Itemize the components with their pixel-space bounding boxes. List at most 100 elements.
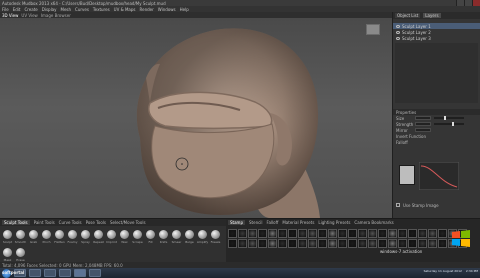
menu-create[interactable]: Create <box>24 7 37 12</box>
stamp-thumbnail[interactable] <box>228 229 237 238</box>
taskbar-mudbox-icon[interactable] <box>74 269 86 277</box>
3d-viewport[interactable] <box>0 18 392 218</box>
stamp-thumbnail[interactable] <box>248 229 257 238</box>
brush-knife[interactable]: Knife <box>158 230 169 246</box>
brush-fill[interactable]: Fill <box>145 230 156 246</box>
brush-pinch[interactable]: Pinch <box>41 230 52 246</box>
stamp-thumbnail[interactable] <box>358 229 367 238</box>
stamp-thumbnail[interactable] <box>368 229 377 238</box>
eye-icon[interactable] <box>396 24 400 28</box>
stamp-thumbnail[interactable] <box>398 229 407 238</box>
tab-material-presets[interactable]: Material Presets <box>282 220 314 225</box>
stamp-thumbnail[interactable] <box>318 229 327 238</box>
tab-paint-tools[interactable]: Paint Tools <box>34 220 55 225</box>
stamp-thumbnail[interactable] <box>328 239 337 248</box>
brush-spray[interactable]: Spray <box>80 230 91 246</box>
falloff-graph[interactable] <box>419 162 459 190</box>
stamp-thumbnail[interactable] <box>348 229 357 238</box>
tab-sculpt-tools[interactable]: Sculpt Tools <box>2 220 30 225</box>
strength-field[interactable] <box>415 122 431 126</box>
brush-smear[interactable]: Smear <box>171 230 182 246</box>
brush-foamy[interactable]: Foamy <box>67 230 78 246</box>
tab-uv-view[interactable]: UV View <box>21 13 37 18</box>
brush-smooth[interactable]: Smooth <box>15 230 26 246</box>
menu-display[interactable]: Display <box>42 7 57 12</box>
stamp-thumbnail[interactable] <box>378 239 387 248</box>
menu-mesh[interactable]: Mesh <box>61 7 72 12</box>
mirror-dropdown[interactable] <box>415 128 431 132</box>
stamp-thumbnail[interactable] <box>368 239 377 248</box>
stamp-thumbnail[interactable] <box>228 239 237 248</box>
menu-render[interactable]: Render <box>140 7 154 12</box>
taskbar-media-icon[interactable] <box>44 269 56 277</box>
brush-flatten[interactable]: Flatten <box>54 230 65 246</box>
strength-slider[interactable] <box>434 122 464 126</box>
stamp-thumbnail[interactable] <box>418 239 427 248</box>
tab-stamp[interactable]: Stamp <box>228 220 245 225</box>
menu-curves[interactable]: Curves <box>75 7 89 12</box>
stamp-thumbnail[interactable] <box>258 229 267 238</box>
sculpted-head-model[interactable] <box>0 18 392 218</box>
brush-sculpt[interactable]: Sculpt <box>2 230 13 246</box>
stamp-thumbnail[interactable] <box>328 229 337 238</box>
stamp-thumbnail[interactable] <box>278 229 287 238</box>
tab-lighting-presets[interactable]: Lighting Presets <box>318 220 350 225</box>
stamp-thumbnail[interactable] <box>288 229 297 238</box>
eye-icon[interactable] <box>396 30 400 34</box>
tab-pose-tools[interactable]: Pose Tools <box>86 220 106 225</box>
stamp-thumbnail[interactable] <box>298 229 307 238</box>
stamp-thumbnail[interactable] <box>308 229 317 238</box>
size-field[interactable] <box>415 116 431 120</box>
viewcube-icon[interactable] <box>366 24 380 35</box>
stamp-thumbnail[interactable] <box>238 229 247 238</box>
stamp-thumbnail[interactable] <box>418 229 427 238</box>
brush-imprint[interactable]: Imprint <box>106 230 117 246</box>
stamp-thumbnail[interactable] <box>388 239 397 248</box>
stamp-thumbnail[interactable] <box>388 229 397 238</box>
stamp-thumbnail[interactable] <box>298 239 307 248</box>
brush-freeze[interactable]: Freeze <box>210 230 221 246</box>
falloff-curve-swatch[interactable] <box>399 165 415 185</box>
stamp-thumbnail[interactable] <box>398 239 407 248</box>
stamp-thumbnail[interactable] <box>278 239 287 248</box>
eye-icon[interactable] <box>396 36 400 40</box>
stamp-thumbnail[interactable] <box>438 229 447 238</box>
tab-falloff[interactable]: Falloff <box>267 220 279 225</box>
menu-file[interactable]: File <box>2 7 9 12</box>
tab-stencil[interactable]: Stencil <box>249 220 263 225</box>
stamp-thumbnail[interactable] <box>348 239 357 248</box>
stamp-thumbnail[interactable] <box>308 239 317 248</box>
brush-amplify[interactable]: Amplify <box>197 230 208 246</box>
stamp-thumbnail[interactable] <box>268 229 277 238</box>
brush-repeat[interactable]: Repeat <box>93 230 104 246</box>
taskbar-chrome-icon[interactable] <box>59 269 71 277</box>
taskbar-explorer-icon[interactable] <box>29 269 41 277</box>
stamp-thumbnail[interactable] <box>318 239 327 248</box>
stamp-thumbnail[interactable] <box>408 239 417 248</box>
stamp-thumbnail[interactable] <box>428 239 437 248</box>
tab-3d-view[interactable]: 3D View <box>2 13 18 18</box>
tab-curve-tools[interactable]: Curve Tools <box>59 220 82 225</box>
tray-clock[interactable]: 2:34 PM <box>466 269 478 273</box>
stamp-thumbnail[interactable] <box>238 239 247 248</box>
brush-grab[interactable]: Grab <box>28 230 39 246</box>
tab-select-move-tools[interactable]: Select/Move Tools <box>110 220 146 225</box>
size-slider[interactable] <box>434 116 464 120</box>
tab-layers[interactable]: Layers <box>423 13 441 18</box>
stamp-thumbnail[interactable] <box>378 229 387 238</box>
layer-row[interactable]: Sculpt Layer 3 <box>393 35 480 41</box>
brush-bulge[interactable]: Bulge <box>184 230 195 246</box>
brush-scrape[interactable]: Scrape <box>132 230 143 246</box>
stamp-thumbnail[interactable] <box>258 239 267 248</box>
stamp-thumbnail[interactable] <box>438 239 447 248</box>
stamp-thumbnail[interactable] <box>338 229 347 238</box>
use-stamp-checkbox[interactable] <box>396 203 400 207</box>
stamp-thumbnail[interactable] <box>428 229 437 238</box>
stamp-thumbnail[interactable] <box>358 239 367 248</box>
tab-object-list[interactable]: Object List <box>395 13 421 18</box>
taskbar-app-icon[interactable] <box>89 269 101 277</box>
tab-camera-bookmarks[interactable]: Camera Bookmarks <box>354 220 393 225</box>
stamp-thumbnail[interactable] <box>268 239 277 248</box>
menu-textures[interactable]: Textures <box>93 7 110 12</box>
menu-edit[interactable]: Edit <box>13 7 21 12</box>
